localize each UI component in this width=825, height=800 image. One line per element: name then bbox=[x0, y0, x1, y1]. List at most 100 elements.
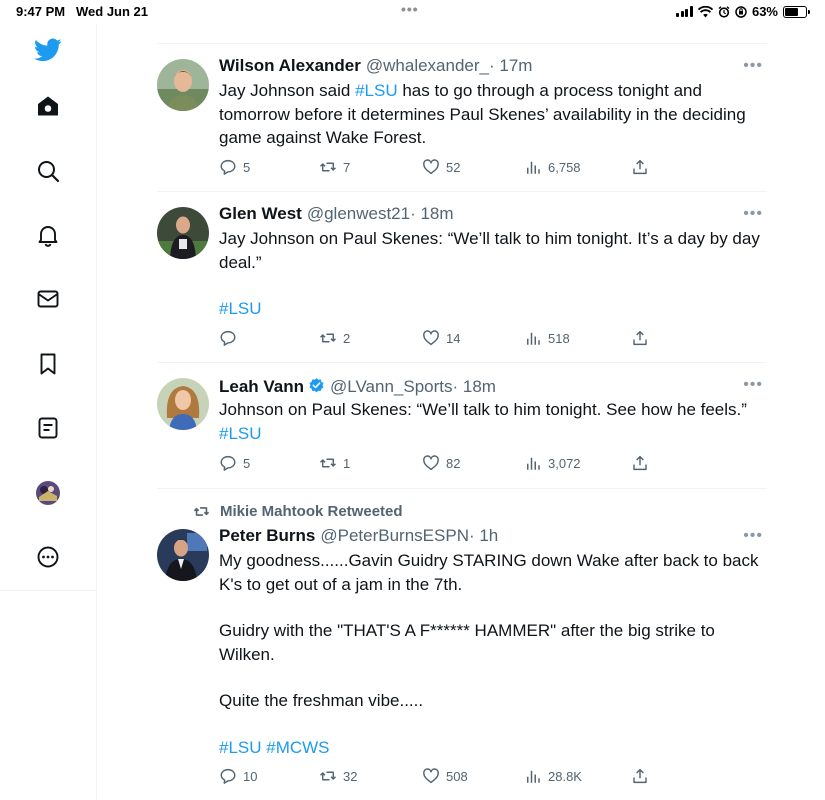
tweet-timestamp[interactable]: · 1h bbox=[469, 526, 498, 546]
search-icon[interactable] bbox=[34, 157, 62, 185]
sidebar-divider bbox=[0, 590, 97, 591]
share-button[interactable] bbox=[631, 158, 649, 176]
tweet-avatar[interactable] bbox=[157, 378, 209, 430]
reply-button[interactable]: 10 bbox=[219, 767, 257, 785]
retweet-button[interactable]: 2 bbox=[319, 329, 350, 347]
retweet-count: 1 bbox=[343, 455, 351, 471]
tweet-avatar[interactable] bbox=[157, 59, 209, 111]
battery-percent: 63% bbox=[751, 4, 778, 19]
battery-icon bbox=[783, 5, 810, 18]
tweet[interactable]: Leah Vann @LVann_Sports · 18m ••• Johnso… bbox=[157, 363, 767, 489]
retweet-icon bbox=[319, 458, 337, 468]
like-count: 52 bbox=[446, 159, 461, 175]
tweet-timestamp[interactable]: · 18m bbox=[410, 204, 453, 224]
retweet-count: 7 bbox=[343, 159, 351, 175]
hashtag-link[interactable]: #LSU bbox=[219, 297, 764, 321]
tweet-more-icon[interactable]: ••• bbox=[743, 376, 763, 394]
tweet[interactable]: Glen West @glenwest21 · 18m ••• Jay John… bbox=[157, 192, 767, 363]
reply-button[interactable]: 5 bbox=[219, 454, 250, 472]
home-icon[interactable] bbox=[34, 92, 62, 120]
tweet-author-name[interactable]: Leah Vann bbox=[219, 377, 304, 397]
tweet-timestamp[interactable]: · 18m bbox=[453, 377, 496, 397]
retweet-icon bbox=[319, 771, 337, 781]
retweet-icon bbox=[319, 333, 337, 343]
reply-count: 5 bbox=[243, 455, 251, 471]
share-button[interactable] bbox=[631, 454, 649, 472]
cellular-signal-icon bbox=[676, 6, 693, 17]
tweet-actions: 5 7 52 6,758 bbox=[219, 158, 659, 178]
tweet-header: Peter Burns @PeterBurnsESPN · 1h bbox=[219, 526, 498, 546]
like-button[interactable]: 82 bbox=[422, 454, 460, 472]
heart-icon bbox=[423, 159, 439, 175]
reply-button[interactable] bbox=[219, 329, 243, 347]
retweet-icon bbox=[319, 162, 337, 172]
tweet-more-icon[interactable]: ••• bbox=[743, 205, 763, 223]
status-date: Wed Jun 21 bbox=[76, 4, 149, 19]
views-button[interactable]: 518 bbox=[524, 329, 570, 347]
multitasking-dots-icon[interactable]: ••• bbox=[401, 1, 419, 17]
tweet-text: Johnson on Paul Skenes: “We’ll talk to h… bbox=[219, 398, 764, 445]
tweet-author-handle[interactable]: @glenwest21 bbox=[307, 204, 410, 224]
bookmark-icon[interactable] bbox=[34, 350, 62, 378]
tweet-more-icon[interactable]: ••• bbox=[743, 527, 763, 545]
retweeted-by-label[interactable]: Mikie Mahtook Retweeted bbox=[193, 503, 403, 520]
lists-icon[interactable] bbox=[34, 414, 62, 442]
hashtag-link[interactable]: #LSU bbox=[219, 422, 764, 446]
like-button[interactable]: 14 bbox=[422, 329, 460, 347]
hashtag-link[interactable]: #LSU bbox=[355, 81, 398, 100]
tweet-author-handle[interactable]: @LVann_Sports bbox=[330, 377, 452, 397]
wifi-icon bbox=[697, 5, 713, 17]
share-icon bbox=[633, 330, 647, 346]
views-chart-icon bbox=[527, 457, 540, 470]
heart-icon bbox=[423, 455, 439, 471]
tweet-avatar[interactable] bbox=[157, 207, 209, 259]
retweet-count: 2 bbox=[343, 330, 351, 346]
reply-icon bbox=[220, 159, 236, 175]
views-button[interactable]: 6,758 bbox=[524, 158, 581, 176]
views-count: 6,758 bbox=[548, 159, 581, 175]
status-bar: 9:47 PM Wed Jun 21 ••• 63% bbox=[0, 0, 825, 24]
reply-icon bbox=[220, 768, 236, 784]
tweet-author-handle[interactable]: @whalexander_ bbox=[366, 56, 489, 76]
reply-icon bbox=[220, 330, 236, 346]
verified-badge-icon bbox=[309, 378, 324, 393]
tweet-avatar[interactable] bbox=[157, 529, 209, 581]
tweet-author-name[interactable]: Wilson Alexander bbox=[219, 56, 361, 76]
hashtag-links[interactable]: #LSU #MCWS bbox=[219, 736, 764, 760]
reply-button[interactable]: 5 bbox=[219, 158, 250, 176]
tweet[interactable]: Wilson Alexander @whalexander_ · 17m •••… bbox=[157, 44, 767, 192]
retweet-button[interactable]: 1 bbox=[319, 454, 350, 472]
views-button[interactable]: 28.8K bbox=[524, 767, 582, 785]
more-options-icon[interactable] bbox=[34, 543, 62, 571]
share-button[interactable] bbox=[631, 767, 649, 785]
views-chart-icon bbox=[527, 332, 540, 345]
notifications-bell-icon[interactable] bbox=[34, 221, 62, 249]
tweet-actions: 2 14 518 bbox=[219, 329, 659, 349]
tweet-timestamp[interactable]: · 17m bbox=[489, 56, 532, 76]
views-chart-icon bbox=[527, 161, 540, 174]
heart-icon bbox=[423, 330, 439, 346]
tweet-text-paragraph: Guidry with the "THAT'S A F****** HAMMER… bbox=[219, 621, 715, 664]
retweet-button[interactable]: 32 bbox=[319, 767, 357, 785]
views-button[interactable]: 3,072 bbox=[524, 454, 581, 472]
reply-count: 5 bbox=[243, 159, 251, 175]
tweet-text-paragraph: Johnson on Paul Skenes: “We’ll talk to h… bbox=[219, 400, 747, 419]
share-button[interactable] bbox=[631, 329, 649, 347]
tweet-more-icon[interactable]: ••• bbox=[743, 57, 763, 75]
tweet-author-name[interactable]: Peter Burns bbox=[219, 526, 315, 546]
like-button[interactable]: 508 bbox=[422, 767, 468, 785]
views-count: 3,072 bbox=[548, 455, 581, 471]
profile-avatar[interactable] bbox=[34, 479, 62, 507]
messages-envelope-icon[interactable] bbox=[34, 285, 62, 313]
tweet-text-paragraph: Quite the freshman vibe..... bbox=[219, 691, 424, 710]
battery-fill bbox=[785, 7, 798, 16]
tweet-author-name[interactable]: Glen West bbox=[219, 204, 302, 224]
twitter-logo-icon[interactable] bbox=[33, 36, 63, 64]
like-button[interactable]: 52 bbox=[422, 158, 460, 176]
retweet-button[interactable]: 7 bbox=[319, 158, 350, 176]
tweet-author-handle[interactable]: @PeterBurnsESPN bbox=[320, 526, 469, 546]
status-time: 9:47 PM bbox=[16, 4, 66, 19]
reply-count: 10 bbox=[243, 768, 258, 784]
tweet[interactable]: Mikie Mahtook Retweeted Peter Burns @Pet… bbox=[157, 489, 767, 800]
reply-icon bbox=[220, 455, 236, 471]
